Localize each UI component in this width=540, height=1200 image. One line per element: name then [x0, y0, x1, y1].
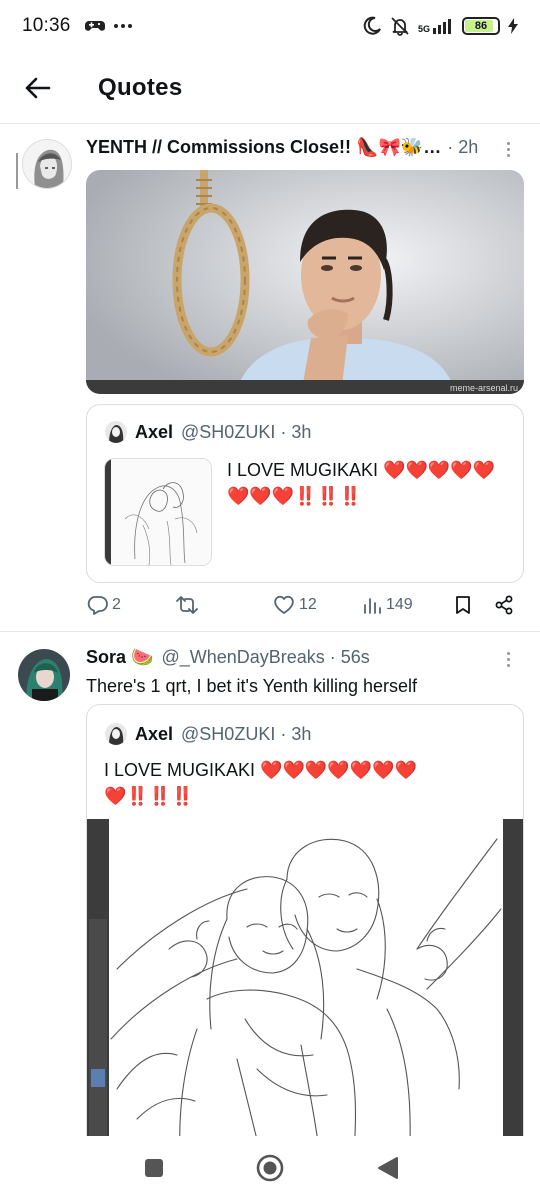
system-nav-bar	[0, 1136, 540, 1200]
more-vertical-icon	[506, 141, 510, 145]
app-header: Quotes	[0, 52, 540, 124]
home-circle-icon	[256, 1154, 284, 1182]
tweet[interactable]: YENTH // Commissions Close!! 👠🎀🐝… · 2h m…	[0, 125, 540, 632]
more-notifications-icon	[113, 24, 132, 28]
timestamp[interactable]: · 56s	[330, 647, 370, 668]
network-label: 5G	[417, 24, 430, 34]
bar-chart-icon	[364, 598, 381, 614]
share-icon	[495, 595, 513, 615]
sketch-thumbnail-image	[105, 459, 211, 565]
tweet-text: There's 1 qrt, I bet it's Yenth killing …	[86, 676, 418, 696]
battery-level: 86	[474, 20, 488, 32]
share-button[interactable]	[494, 595, 514, 615]
moon-icon	[363, 16, 381, 35]
like-button[interactable]: 12	[273, 595, 317, 615]
quoted-tweet-header: Axel @SH0ZUKI · 3h	[105, 421, 311, 443]
meme-image: meme-arsenal.ru	[86, 170, 524, 394]
bookmark-icon	[456, 596, 470, 614]
bookmark-button[interactable]	[454, 595, 472, 615]
status-time: 10:36	[22, 15, 71, 36]
quoted-timestamp[interactable]: · 3h	[280, 724, 311, 745]
more-vertical-icon	[506, 651, 510, 655]
quoted-image[interactable]	[87, 819, 523, 1136]
comment-icon	[87, 596, 108, 615]
status-bar: 10:36 5G 86	[0, 0, 540, 52]
avatar-image	[18, 649, 70, 701]
bell-off-icon	[391, 17, 409, 36]
avatar[interactable]	[18, 649, 70, 701]
more-options-button[interactable]	[498, 647, 518, 671]
page-title: Quotes	[98, 73, 183, 101]
arrow-left-icon	[25, 77, 51, 98]
quoted-text-line-1: I LOVE MUGIKAKI ❤️❤️❤️❤️❤️❤️❤️	[104, 760, 417, 780]
image-watermark: meme-arsenal.ru	[450, 383, 518, 393]
tweet-actions: 2 12 149	[86, 595, 526, 621]
game-controller-icon	[84, 21, 105, 31]
quoted-timestamp[interactable]: · 3h	[280, 422, 311, 443]
quoted-tweet[interactable]: Axel @SH0ZUKI · 3h I LOVE MUGIKAKI ❤️❤️❤…	[86, 404, 524, 583]
tweet-header: Sora 🍉 @_WhenDayBreaks · 56s	[86, 647, 370, 668]
back-nav-button[interactable]	[374, 1154, 402, 1182]
reply-button[interactable]: 2	[86, 595, 121, 615]
quoted-thumbnail[interactable]	[104, 458, 212, 566]
sketch-image	[87, 819, 523, 1136]
signal-icon	[433, 19, 451, 34]
quoted-avatar[interactable]	[105, 723, 127, 745]
quoted-display-name[interactable]: Axel	[135, 724, 173, 745]
display-name[interactable]: Sora 🍉	[86, 647, 153, 668]
quoted-display-name[interactable]: Axel	[135, 422, 173, 443]
display-name[interactable]: YENTH // Commissions Close!! 👠🎀🐝…	[86, 137, 441, 158]
like-count: 12	[299, 596, 317, 613]
triangle-back-icon	[378, 1157, 398, 1179]
quoted-text-line-2: ❤️‼️‼️‼️	[104, 786, 194, 806]
back-button[interactable]	[18, 68, 58, 108]
repost-button[interactable]	[176, 595, 202, 615]
quoted-handle[interactable]: @SH0ZUKI	[181, 422, 275, 443]
tweet[interactable]: Sora 🍉 @_WhenDayBreaks · 56s There's 1 q…	[0, 633, 540, 1136]
reply-count: 2	[112, 596, 121, 613]
thread-line	[16, 153, 18, 189]
views-button[interactable]: 149	[362, 595, 413, 615]
quoted-handle[interactable]: @SH0ZUKI	[181, 724, 275, 745]
more-options-button[interactable]	[498, 137, 518, 161]
quoted-tweet[interactable]: Axel @SH0ZUKI · 3h I LOVE MUGIKAKI ❤️❤️❤…	[86, 704, 524, 1136]
quoted-avatar[interactable]	[105, 421, 127, 443]
timestamp[interactable]: · 2h	[447, 137, 478, 158]
battery-indicator: 86	[462, 17, 500, 35]
recents-button[interactable]	[140, 1154, 168, 1182]
avatar-image	[23, 140, 71, 188]
quoted-text: I LOVE MUGIKAKI ❤️❤️❤️❤️❤️❤️❤️ ❤️‼️‼️‼️	[104, 757, 514, 809]
tweet-header: YENTH // Commissions Close!! 👠🎀🐝… · 2h	[86, 137, 478, 158]
repost-icon	[176, 596, 198, 614]
quoted-tweet-header: Axel @SH0ZUKI · 3h	[105, 723, 311, 745]
heart-icon	[274, 595, 294, 614]
tweet-image[interactable]: meme-arsenal.ru	[86, 170, 524, 394]
home-button[interactable]	[256, 1154, 284, 1182]
avatar[interactable]	[22, 139, 72, 189]
quoted-text: I LOVE MUGIKAKI ❤️❤️❤️❤️❤️❤️❤️❤️‼️‼️‼️	[227, 460, 496, 506]
view-count: 149	[386, 596, 413, 613]
charging-icon	[508, 18, 518, 34]
handle[interactable]: @_WhenDayBreaks	[161, 647, 324, 668]
square-icon	[145, 1159, 163, 1177]
